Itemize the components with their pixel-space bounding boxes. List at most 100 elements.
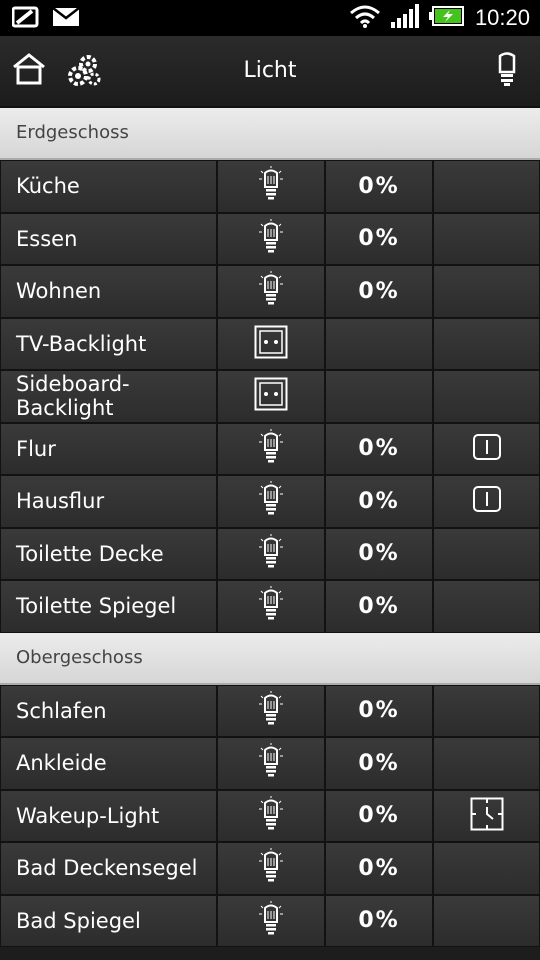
toggle-button[interactable] xyxy=(217,789,325,842)
light-list: Erdgeschoss Küche 0% Essen 0% Wohnen 0% TV-Back… xyxy=(0,108,540,947)
bulb-icon xyxy=(258,743,284,783)
bulb-icon xyxy=(258,481,284,521)
action-bar: Licht xyxy=(0,36,540,108)
item-name-essen[interactable]: Essen xyxy=(0,212,217,265)
toggle-button[interactable] xyxy=(217,212,325,265)
action-cell[interactable] xyxy=(433,789,540,842)
item-name-tv-backlight[interactable]: TV-Backlight xyxy=(0,317,217,370)
toggle-button[interactable] xyxy=(217,684,325,737)
toggle-button[interactable] xyxy=(217,527,325,580)
bulb-icon xyxy=(258,900,284,941)
item-name-bad-deckensegel[interactable]: Bad Deckensegel xyxy=(0,842,217,895)
action-cell xyxy=(433,212,540,265)
switch-icon xyxy=(472,486,501,516)
item-name-flur[interactable]: Flur xyxy=(0,422,217,475)
bulb-icon xyxy=(258,848,284,888)
toggle-button[interactable] xyxy=(217,265,325,318)
list-item: Sideboard-Backlight xyxy=(0,370,540,423)
list-item: Flur 0% xyxy=(0,422,540,475)
list-item: Wohnen 0% xyxy=(0,265,540,318)
list-item: Toilette Spiegel 0% xyxy=(0,580,540,633)
section-header-obergeschoss: Obergeschoss xyxy=(0,632,540,685)
signal-icon xyxy=(390,4,419,32)
page-title: Licht xyxy=(243,58,297,83)
action-cell xyxy=(433,684,540,737)
dim-value[interactable]: 0% xyxy=(325,475,433,528)
status-time: 10:20 xyxy=(474,5,530,30)
bulb-icon xyxy=(258,166,284,206)
list-item: Hausflur 0% xyxy=(0,475,540,528)
list-item: Schlafen 0% xyxy=(0,684,540,737)
list-item: Essen 0% xyxy=(0,212,540,265)
dim-value[interactable]: 0% xyxy=(325,265,433,318)
timer-icon xyxy=(470,797,504,835)
toggle-button[interactable] xyxy=(217,737,325,790)
action-cell xyxy=(433,894,540,947)
section-header-erdgeschoss: Erdgeschoss xyxy=(0,108,540,160)
dim-value[interactable]: 0% xyxy=(325,842,433,895)
bulb-icon xyxy=(258,428,284,469)
toggle-button[interactable] xyxy=(217,842,325,895)
mail-icon xyxy=(52,7,80,31)
item-name-toilette-decke[interactable]: Toilette Decke xyxy=(0,527,217,580)
list-item: Bad Deckensegel 0% xyxy=(0,842,540,895)
toggle-button[interactable] xyxy=(217,580,325,633)
bulb-icon xyxy=(258,795,284,836)
socket-icon xyxy=(254,325,288,363)
item-name-hausflur[interactable]: Hausflur xyxy=(0,475,217,528)
socket-icon xyxy=(254,377,288,415)
dim-value[interactable]: 0% xyxy=(325,580,433,633)
bulb-icon xyxy=(258,586,284,626)
action-cell[interactable] xyxy=(433,422,540,475)
list-item: Bad Spiegel 0% xyxy=(0,894,540,947)
toggle-button[interactable] xyxy=(217,894,325,947)
item-name-wohnen[interactable]: Wohnen xyxy=(0,265,217,318)
battery-icon xyxy=(428,5,465,31)
item-name-ankleide[interactable]: Ankleide xyxy=(0,737,217,790)
item-name-sideboard-backlight[interactable]: Sideboard-Backlight xyxy=(0,370,217,423)
list-item: Wakeup-Light 0% xyxy=(0,789,540,842)
list-item: Küche 0% xyxy=(0,160,540,213)
action-cell[interactable] xyxy=(433,475,540,528)
bulb-icon[interactable] xyxy=(496,52,518,92)
switch-icon xyxy=(472,433,501,464)
dim-value[interactable]: 0% xyxy=(325,789,433,842)
item-name-toilette-spiegel[interactable]: Toilette Spiegel xyxy=(0,580,217,633)
list-item: Ankleide 0% xyxy=(0,737,540,790)
action-cell xyxy=(433,580,540,633)
status-bar: 10:20 xyxy=(0,0,540,36)
toggle-button[interactable] xyxy=(217,370,325,423)
dim-value[interactable] xyxy=(325,370,433,423)
dim-value[interactable]: 0% xyxy=(325,737,433,790)
action-cell xyxy=(433,842,540,895)
dim-value[interactable]: 0% xyxy=(325,212,433,265)
dim-value[interactable]: 0% xyxy=(325,894,433,947)
item-name-wakeup-light[interactable]: Wakeup-Light xyxy=(0,789,217,842)
action-cell xyxy=(433,737,540,790)
wifi-icon xyxy=(349,4,381,32)
toggle-button[interactable] xyxy=(217,317,325,370)
toggle-button[interactable] xyxy=(217,422,325,475)
action-cell xyxy=(433,317,540,370)
item-name-bad-spiegel[interactable]: Bad Spiegel xyxy=(0,894,217,947)
list-item: TV-Backlight xyxy=(0,317,540,370)
bulb-icon xyxy=(258,218,284,259)
bulb-icon xyxy=(258,690,284,731)
action-cell xyxy=(433,370,540,423)
action-cell xyxy=(433,160,540,213)
action-cell xyxy=(433,265,540,318)
toggle-button[interactable] xyxy=(217,475,325,528)
dim-value[interactable]: 0% xyxy=(325,684,433,737)
dim-value[interactable] xyxy=(325,317,433,370)
bulb-icon xyxy=(258,533,284,574)
toggle-button[interactable] xyxy=(217,160,325,213)
list-item: Toilette Decke 0% xyxy=(0,527,540,580)
dim-value[interactable]: 0% xyxy=(325,422,433,475)
item-name-kueche[interactable]: Küche xyxy=(0,160,217,213)
action-cell xyxy=(433,527,540,580)
dim-value[interactable]: 0% xyxy=(325,527,433,580)
phone-icon xyxy=(11,6,42,32)
dim-value[interactable]: 0% xyxy=(325,160,433,213)
bulb-icon xyxy=(258,271,284,311)
item-name-schlafen[interactable]: Schlafen xyxy=(0,684,217,737)
